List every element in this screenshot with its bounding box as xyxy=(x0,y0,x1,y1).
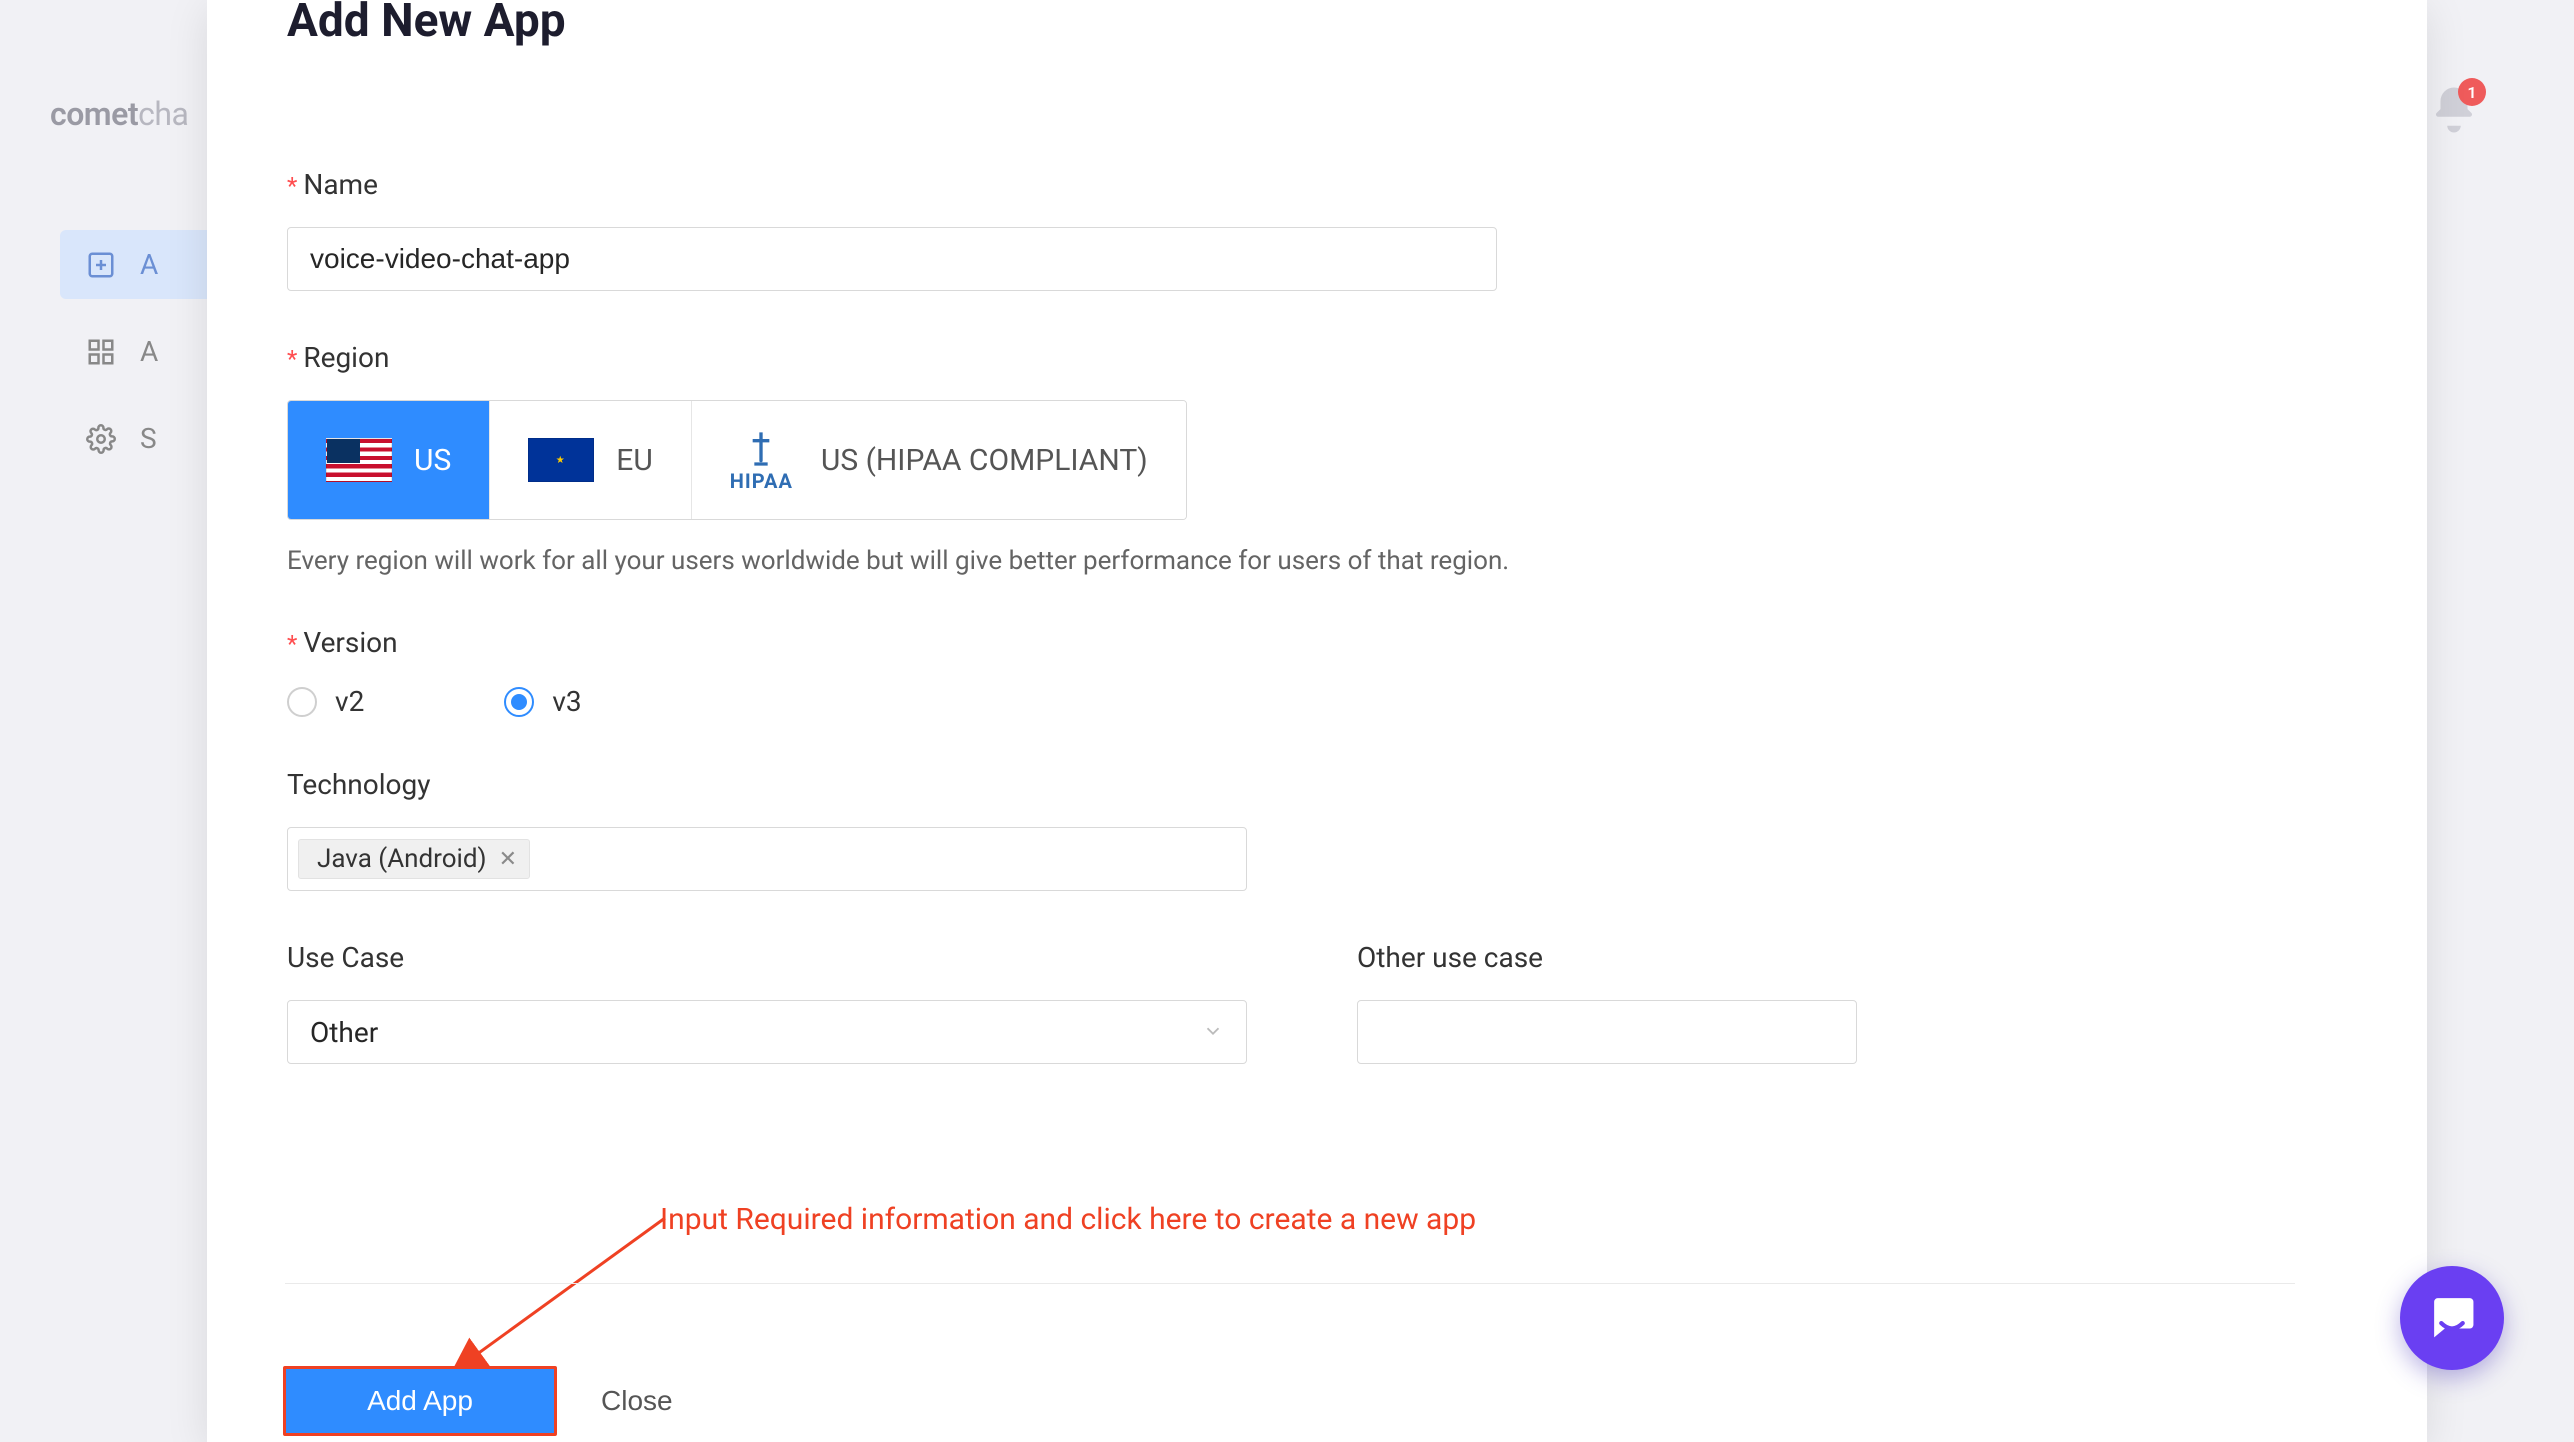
technology-label: Technology xyxy=(287,768,2337,801)
version-radio-label: v3 xyxy=(552,685,581,718)
sidebar-item-label: A xyxy=(140,335,158,368)
plus-square-icon xyxy=(86,250,116,280)
region-option-label: US xyxy=(414,443,451,478)
region-option-label: EU xyxy=(616,443,653,478)
region-field-row: *Region US EU HIPAA xyxy=(287,341,2337,576)
region-option-eu[interactable]: EU xyxy=(489,401,691,519)
chat-icon xyxy=(2427,1291,2477,1345)
radio-icon xyxy=(504,687,534,717)
region-segmented-control: US EU HIPAA US (HIPAA COMPLIANT) xyxy=(287,400,1187,520)
modal-divider xyxy=(285,1283,2295,1284)
other-use-case-field: Other use case xyxy=(1357,941,1857,1064)
required-asterisk: * xyxy=(287,345,297,373)
notifications-badge: 1 xyxy=(2458,78,2486,106)
required-asterisk: * xyxy=(287,172,297,200)
sidebar-item-label: A xyxy=(140,248,158,281)
close-button[interactable]: Close xyxy=(591,1366,683,1436)
annotation-text: Input Required information and click her… xyxy=(660,1202,1476,1237)
apps-grid-icon xyxy=(86,337,116,367)
logo-text-light: cha xyxy=(138,95,188,133)
eu-flag-icon xyxy=(528,438,594,482)
version-radio-v2[interactable]: v2 xyxy=(287,685,364,718)
required-asterisk: * xyxy=(287,630,297,658)
technology-field-row: Technology Java (Android) ✕ xyxy=(287,768,2337,891)
use-case-select[interactable]: Other xyxy=(287,1000,1247,1064)
other-use-case-label: Other use case xyxy=(1357,941,1857,974)
version-radio-label: v2 xyxy=(335,685,364,718)
other-use-case-input[interactable] xyxy=(1357,1000,1857,1064)
chevron-down-icon xyxy=(1202,1016,1224,1049)
cometchat-logo: cometcha xyxy=(50,95,188,133)
region-option-label: US (HIPAA COMPLIANT) xyxy=(821,443,1148,478)
region-option-us-hipaa[interactable]: HIPAA US (HIPAA COMPLIANT) xyxy=(691,401,1186,519)
modal-footer: Add App Close xyxy=(283,1366,683,1436)
version-radio-v3[interactable]: v3 xyxy=(504,685,581,718)
logo-text-bold: comet xyxy=(50,95,138,133)
gear-icon xyxy=(86,424,116,454)
tag-remove-icon[interactable]: ✕ xyxy=(499,847,517,872)
sidebar-item-apps[interactable]: A xyxy=(60,317,220,386)
use-case-value: Other xyxy=(310,1016,378,1049)
technology-tag-label: Java (Android) xyxy=(317,844,487,874)
name-label: *Name xyxy=(287,168,2337,201)
region-hint: Every region will work for all your user… xyxy=(287,546,2337,576)
us-flag-icon xyxy=(326,438,392,482)
add-app-button[interactable]: Add App xyxy=(283,1366,557,1436)
version-label: *Version xyxy=(287,626,2337,659)
sidebar-item-settings[interactable]: S xyxy=(60,404,220,473)
radio-icon xyxy=(287,687,317,717)
modal-title: Add New App xyxy=(287,0,2337,48)
region-option-us[interactable]: US xyxy=(288,401,489,519)
technology-tag: Java (Android) ✕ xyxy=(298,839,530,879)
technology-tag-input[interactable]: Java (Android) ✕ xyxy=(287,827,1247,891)
sidebar-item-add[interactable]: A xyxy=(60,230,220,299)
version-field-row: *Version v2 v3 xyxy=(287,626,2337,718)
name-input[interactable] xyxy=(287,227,1497,291)
intercom-launcher[interactable] xyxy=(2400,1266,2504,1370)
region-label: *Region xyxy=(287,341,2337,374)
use-case-label: Use Case xyxy=(287,941,1247,974)
use-case-field: Use Case Other xyxy=(287,941,1247,1064)
name-field-row: *Name xyxy=(287,168,2337,291)
hipaa-icon: HIPAA xyxy=(730,429,793,491)
sidebar-item-label: S xyxy=(140,422,157,455)
sidebar: A A S xyxy=(60,230,220,491)
